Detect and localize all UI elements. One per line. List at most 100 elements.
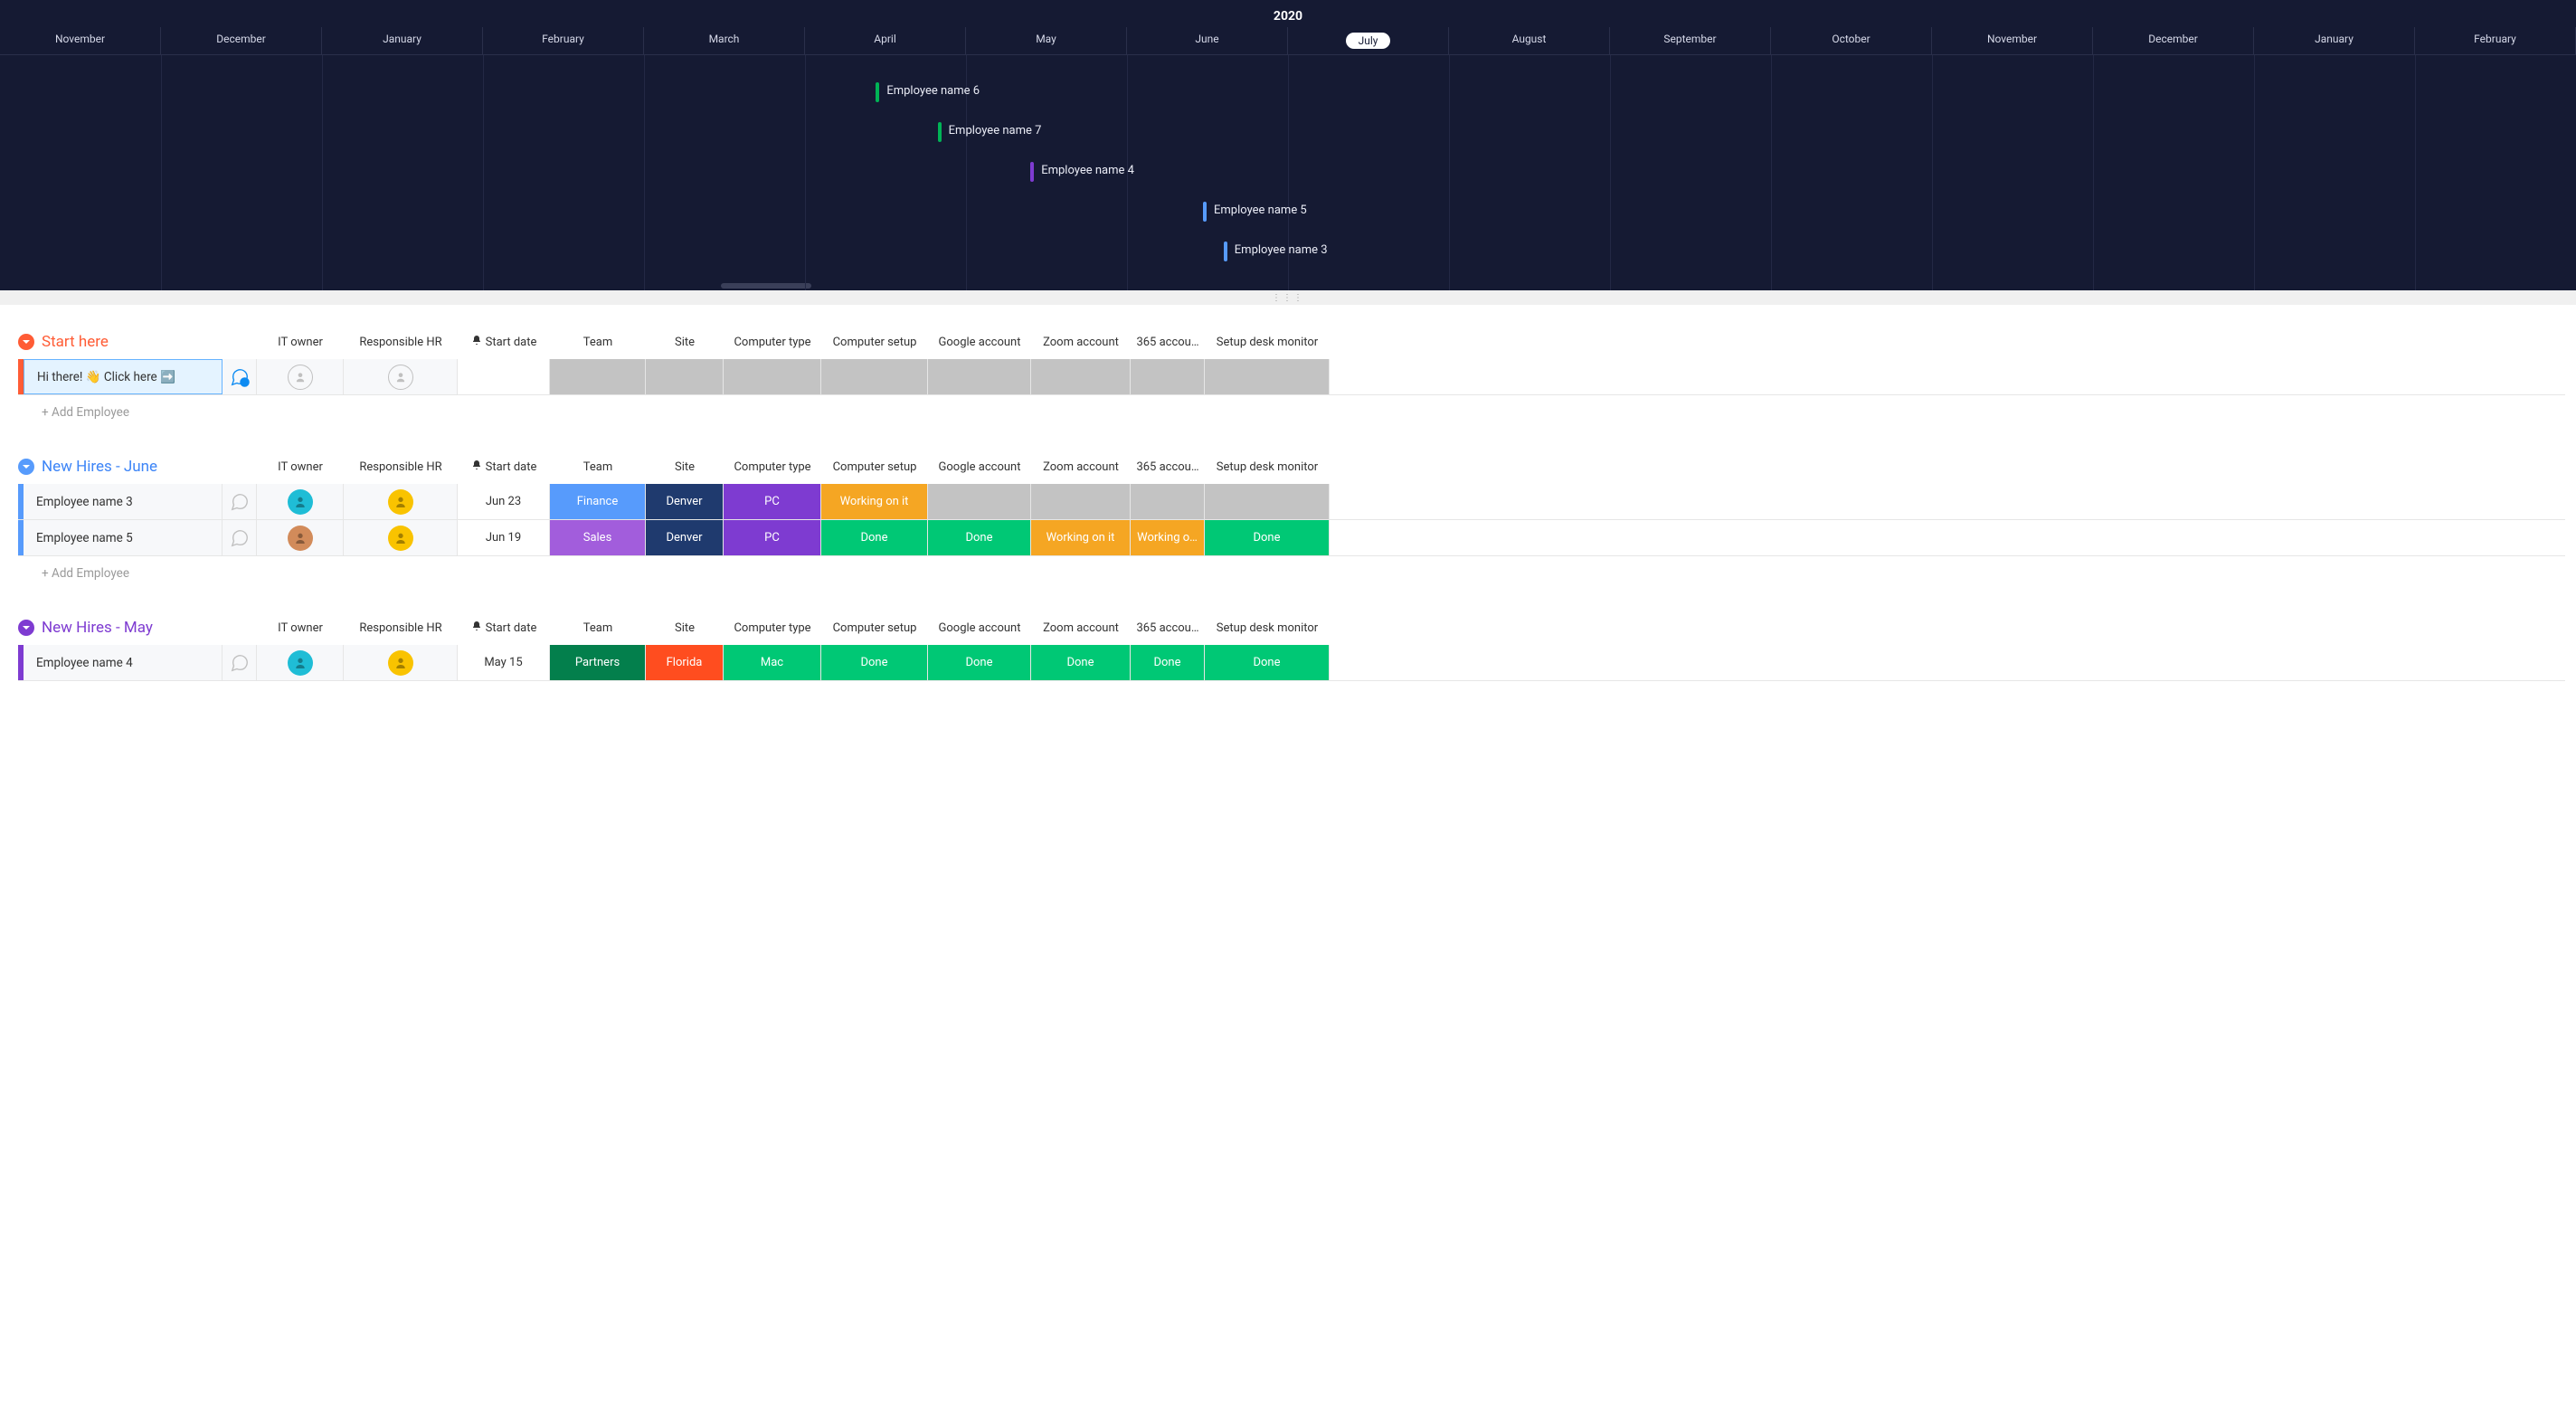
cell-team[interactable] [550, 359, 646, 394]
cell-google[interactable] [928, 484, 1031, 519]
column-header[interactable]: Computer type [724, 335, 821, 349]
row-name-cell[interactable]: Hi there! 👋 Click here ➡️ [24, 359, 223, 394]
row-name-cell[interactable]: Employee name 5 [24, 520, 223, 555]
timeline-month[interactable]: September [1610, 27, 1771, 54]
group-title[interactable]: Start here [42, 333, 257, 351]
cell-ctype[interactable] [724, 359, 821, 394]
cell-o365[interactable]: Working o… [1131, 520, 1205, 555]
column-header[interactable]: Start date [458, 459, 550, 474]
cell-desk[interactable]: Done [1205, 520, 1330, 555]
cell-team[interactable]: Finance [550, 484, 646, 519]
cell-csetup[interactable]: Done [821, 520, 928, 555]
chat-icon[interactable] [223, 645, 257, 680]
column-header[interactable]: Team [550, 459, 646, 474]
timeline-splitter[interactable]: ⋮⋮⋮ [0, 290, 2576, 305]
avatar[interactable] [288, 526, 313, 551]
cell-zoom[interactable] [1031, 484, 1131, 519]
cell-zoom[interactable]: Working on it [1031, 520, 1131, 555]
column-header[interactable]: Responsible HR [344, 335, 458, 349]
table-row[interactable]: Employee name 5Jun 19SalesDenverPCDoneDo… [18, 520, 2565, 556]
timeline-month[interactable]: July [1288, 27, 1449, 54]
cell-it_owner[interactable] [257, 359, 344, 394]
timeline-bar[interactable] [876, 82, 879, 102]
timeline-bar[interactable] [1203, 202, 1207, 222]
column-header[interactable]: Setup desk monitor [1205, 459, 1330, 474]
timeline-month[interactable]: May [966, 27, 1127, 54]
cell-desk[interactable] [1205, 484, 1330, 519]
timeline-bar[interactable] [1224, 242, 1227, 261]
avatar[interactable] [388, 489, 413, 515]
cell-start[interactable]: Jun 19 [458, 520, 550, 555]
cell-start[interactable] [458, 359, 550, 394]
timeline-month[interactable]: November [1932, 27, 2093, 54]
cell-hr[interactable] [344, 645, 458, 680]
column-header[interactable]: Team [550, 620, 646, 635]
cell-o365[interactable]: Done [1131, 645, 1205, 680]
table-row[interactable]: Employee name 3Jun 23FinanceDenverPCWork… [18, 484, 2565, 520]
avatar[interactable] [388, 650, 413, 676]
row-name-cell[interactable]: Employee name 4 [24, 645, 223, 680]
column-header[interactable]: IT owner [257, 459, 344, 474]
cell-site[interactable]: Florida [646, 645, 724, 680]
column-header[interactable]: IT owner [257, 335, 344, 349]
column-header[interactable]: Computer type [724, 620, 821, 635]
cell-site[interactable]: Denver [646, 520, 724, 555]
group-title[interactable]: New Hires - May [42, 619, 257, 637]
cell-it_owner[interactable] [257, 484, 344, 519]
avatar[interactable] [288, 365, 313, 390]
timeline-month[interactable]: January [2254, 27, 2415, 54]
cell-hr[interactable] [344, 359, 458, 394]
cell-ctype[interactable]: PC [724, 484, 821, 519]
column-header[interactable]: 365 accou… [1131, 335, 1205, 349]
column-header[interactable]: Zoom account [1031, 459, 1131, 474]
timeline-month[interactable]: August [1449, 27, 1610, 54]
table-row[interactable]: Hi there! 👋 Click here ➡️1 [18, 359, 2565, 395]
column-header[interactable]: Responsible HR [344, 459, 458, 474]
timeline-month[interactable]: October [1771, 27, 1932, 54]
cell-ctype[interactable]: PC [724, 520, 821, 555]
column-header[interactable]: Start date [458, 620, 550, 635]
timeline-month[interactable]: February [2415, 27, 2576, 54]
column-header[interactable]: IT owner [257, 620, 344, 635]
group-title[interactable]: New Hires - June [42, 458, 257, 476]
column-header[interactable]: Setup desk monitor [1205, 620, 1330, 635]
timeline-month[interactable]: April [805, 27, 966, 54]
column-header[interactable]: Google account [928, 620, 1031, 635]
column-header[interactable]: Google account [928, 459, 1031, 474]
add-row[interactable]: + Add Employee [18, 395, 2565, 430]
column-header[interactable]: Computer setup [821, 620, 928, 635]
cell-csetup[interactable]: Working on it [821, 484, 928, 519]
cell-hr[interactable] [344, 484, 458, 519]
avatar[interactable] [388, 526, 413, 551]
timeline-month[interactable]: March [644, 27, 805, 54]
group-toggle[interactable] [18, 620, 34, 636]
cell-team[interactable]: Sales [550, 520, 646, 555]
timeline-month[interactable]: December [161, 27, 322, 54]
group-toggle[interactable] [18, 334, 34, 350]
column-header[interactable]: Computer setup [821, 459, 928, 474]
cell-ctype[interactable]: Mac [724, 645, 821, 680]
column-header[interactable]: Responsible HR [344, 620, 458, 635]
timeline-month[interactable]: January [322, 27, 483, 54]
timeline-scrollbar-thumb[interactable] [721, 283, 811, 289]
timeline-bar[interactable] [1030, 162, 1034, 182]
chat-icon[interactable]: 1 [223, 359, 257, 394]
group-toggle[interactable] [18, 459, 34, 475]
row-name-cell[interactable]: Employee name 3 [24, 484, 223, 519]
timeline-bar[interactable] [938, 122, 942, 142]
add-row-label[interactable]: + Add Employee [24, 405, 129, 420]
column-header[interactable]: Computer type [724, 459, 821, 474]
cell-team[interactable]: Partners [550, 645, 646, 680]
column-header[interactable]: Start date [458, 335, 550, 349]
cell-start[interactable]: Jun 23 [458, 484, 550, 519]
avatar[interactable] [288, 489, 313, 515]
cell-it_owner[interactable] [257, 520, 344, 555]
add-row[interactable]: + Add Employee [18, 556, 2565, 591]
column-header[interactable]: Zoom account [1031, 335, 1131, 349]
column-header[interactable]: Site [646, 620, 724, 635]
timeline-month[interactable]: June [1127, 27, 1288, 54]
cell-zoom[interactable] [1031, 359, 1131, 394]
cell-o365[interactable] [1131, 359, 1205, 394]
cell-desk[interactable] [1205, 359, 1330, 394]
column-header[interactable]: 365 accou… [1131, 620, 1205, 635]
